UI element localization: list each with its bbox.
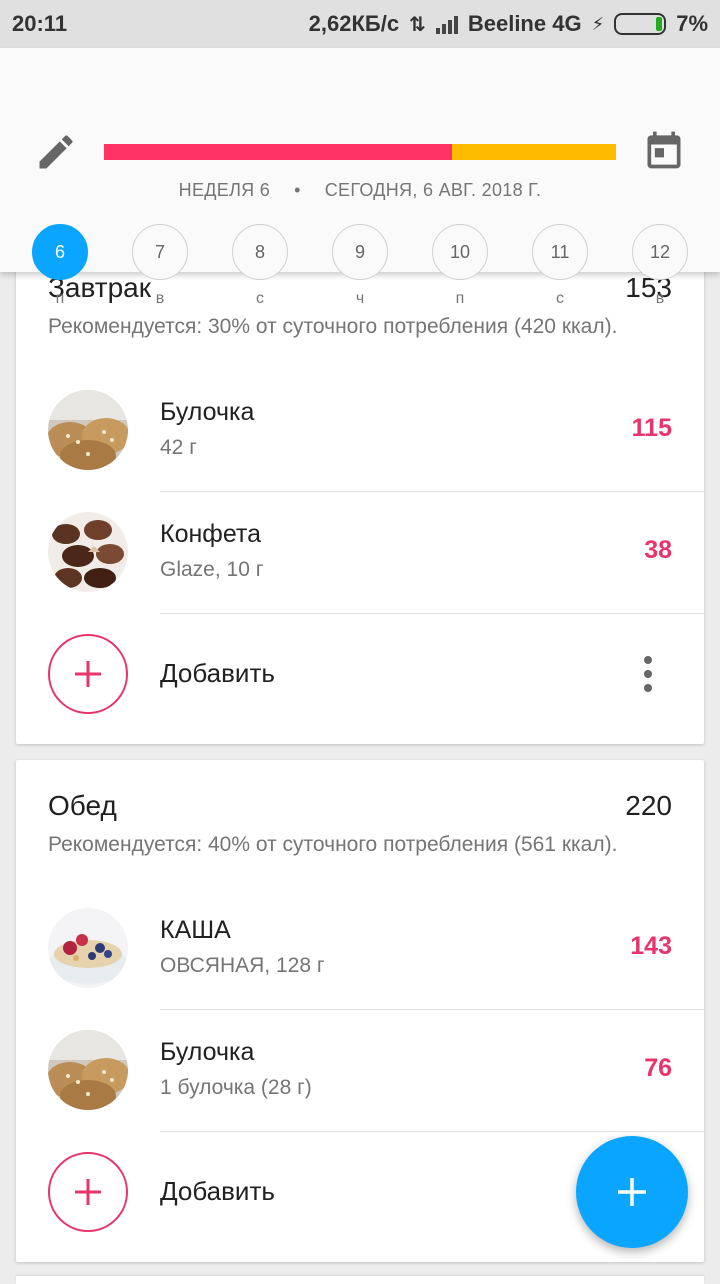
meal-recommendation: Рекомендуется: 30% от суточного потребле… [48,315,618,338]
separator-dot: • [294,180,301,200]
food-name: Конфета [160,520,261,548]
food-name: Булочка [160,1038,255,1066]
day-6[interactable]: 6 п [32,224,88,308]
data-transfer-icon: ⇅ [409,13,426,36]
calorie-progress-bar [104,144,616,160]
charging-icon: ⚡ [591,13,605,34]
meal-recommendation: Рекомендуется: 40% от суточного потребле… [48,833,618,856]
food-kcal: 115 [631,414,672,442]
food-name: КАША [160,916,231,944]
food-item[interactable]: Булочка 1 булочка (28 г) 76 [16,1010,704,1132]
battery-percent: 7% [676,11,708,36]
meal-total: 220 [625,790,672,821]
today-label: СЕГОДНЯ, 6 АВГ. 2018 Г. [324,180,542,200]
food-portion: ОВСЯНАЯ, 128 г [160,954,325,977]
day-7[interactable]: 7 в [132,224,188,308]
food-item[interactable]: Конфета Glaze, 10 г 38 [16,492,704,614]
day-9[interactable]: 9 ч [332,224,388,308]
add-food-row[interactable]: Добавить [16,614,704,736]
progress-remaining [452,144,616,160]
plus-icon [618,1178,646,1206]
battery-icon [614,13,667,35]
porridge-photo-icon [48,908,128,988]
next-card-edge [16,1276,704,1284]
candy-photo-icon [48,512,128,592]
food-portion: 1 булочка (28 г) [160,1076,312,1099]
food-item[interactable]: Булочка 42 г 115 [16,370,704,492]
add-label: Добавить [160,658,275,688]
add-fab-button[interactable] [576,1136,688,1248]
more-vert-icon[interactable] [642,654,654,694]
bun-photo-icon [48,390,128,470]
bun-photo-icon [48,1030,128,1110]
add-icon[interactable] [48,1152,128,1232]
calendar-icon[interactable] [642,128,686,172]
progress-consumed [104,144,453,160]
food-portion: Glaze, 10 г [160,558,264,581]
edit-icon[interactable] [34,130,78,174]
food-kcal: 76 [644,1054,672,1082]
day-12[interactable]: 12 в [632,224,688,308]
meal-title: Обед [48,790,117,821]
food-portion: 42 г [160,436,197,459]
food-name: Булочка [160,398,255,426]
network-speed: 2,62КБ/с [308,11,400,36]
status-time: 20:11 [12,11,68,36]
carrier-name: Beeline 4G [467,11,582,36]
add-label: Добавить [160,1176,275,1206]
diary-header: НЕДЕЛЯ 6 • СЕГОДНЯ, 6 АВГ. 2018 Г. 6 п 7 в… [0,48,720,307]
status-bar: 20:11 2,62КБ/с ⇅ Beeline 4G ⚡ 7% [0,0,720,48]
add-icon[interactable] [48,634,128,714]
signal-icon [435,14,458,34]
day-8[interactable]: 8 с [232,224,288,308]
week-label: НЕДЕЛЯ 6 [178,180,271,200]
food-kcal: 38 [644,536,672,564]
food-kcal: 143 [630,932,672,960]
food-item[interactable]: КАША ОВСЯНАЯ, 128 г 143 [16,888,704,1010]
day-10[interactable]: 10 п [432,224,488,308]
week-date-line: НЕДЕЛЯ 6 • СЕГОДНЯ, 6 АВГ. 2018 Г. [0,180,720,201]
day-11[interactable]: 11 с [532,224,588,308]
